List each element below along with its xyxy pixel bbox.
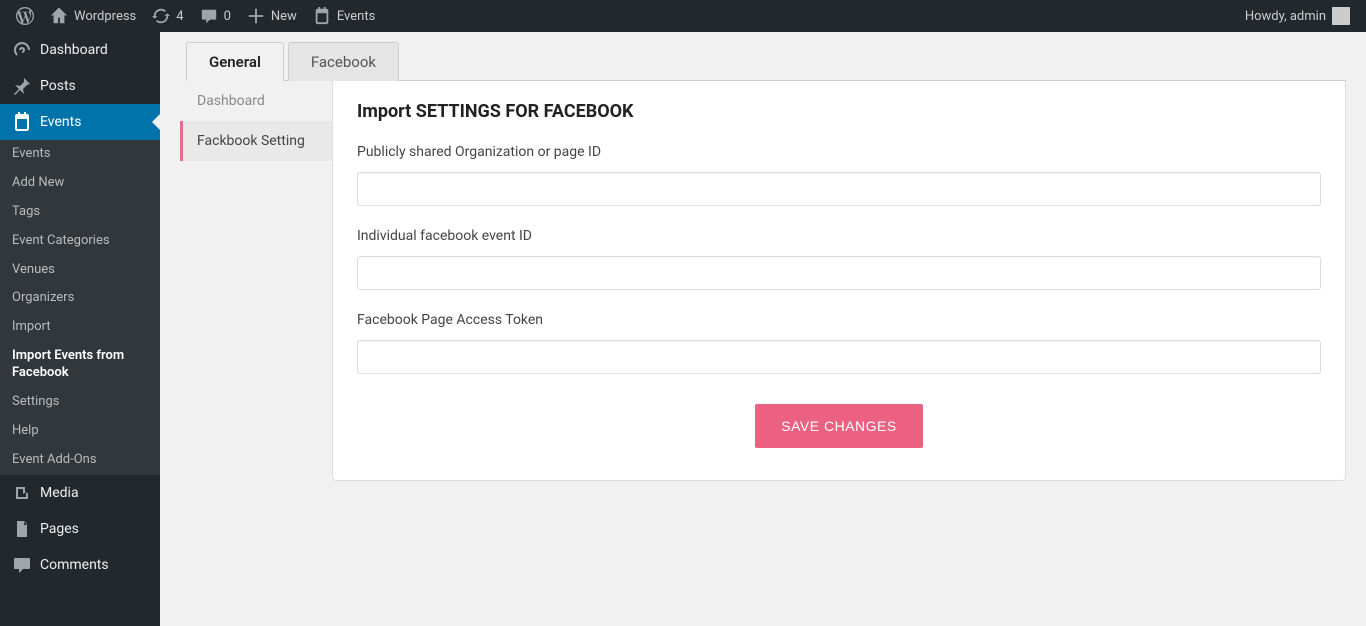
sub-import[interactable]: Import [0,313,160,342]
subtab-fb-setting[interactable]: Fackbook Setting [180,121,332,161]
menu-media-label: Media [40,485,79,501]
update-icon [152,7,170,25]
wp-logo[interactable] [8,0,42,32]
menu-pages-label: Pages [40,521,79,537]
home-icon [50,7,68,25]
menu-posts[interactable]: Posts [0,68,160,104]
sub-settings[interactable]: Settings [0,388,160,417]
events-bar-label: Events [337,9,375,24]
new-link[interactable]: New [239,0,305,32]
sub-tags[interactable]: Tags [0,198,160,227]
tab-general[interactable]: General [186,42,284,81]
site-name: Wordpress [74,9,136,24]
menu-media[interactable]: Media [0,475,160,511]
org-id-input[interactable] [357,172,1321,206]
events-submenu: Events Add New Tags Event Categories Ven… [0,140,160,475]
comments-count: 0 [224,9,231,24]
menu-events-label: Events [40,114,81,130]
menu-events[interactable]: Events [0,104,160,140]
menu-comments[interactable]: Comments [0,547,160,583]
content-area: General Facebook Dashboard Fackbook Sett… [160,32,1366,626]
event-id-label: Individual facebook event ID [357,228,1321,244]
comments-link[interactable]: 0 [192,0,239,32]
tabs: General Facebook [186,42,1346,81]
pin-icon [12,76,32,96]
tab-facebook[interactable]: Facebook [288,42,399,81]
events-bar-link[interactable]: Events [305,0,383,32]
comment-icon [12,555,32,575]
sub-organizers[interactable]: Organizers [0,284,160,313]
account-link[interactable]: Howdy, admin [1237,0,1358,32]
sub-add-new[interactable]: Add New [0,169,160,198]
avatar [1332,7,1350,25]
comment-icon [200,7,218,25]
new-label: New [271,9,297,24]
org-id-label: Publicly shared Organization or page ID [357,144,1321,160]
greeting: Howdy, admin [1245,9,1326,24]
menu-posts-label: Posts [40,78,76,94]
menu-dashboard-label: Dashboard [40,42,108,58]
sub-venues[interactable]: Venues [0,256,160,285]
admin-bar: Wordpress 4 0 New Events Howdy, admin [0,0,1366,32]
token-input[interactable] [357,340,1321,374]
calendar-icon [12,112,32,132]
sub-event-addons[interactable]: Event Add-Ons [0,446,160,475]
dashboard-icon [12,40,32,60]
panel-heading: Import SETTINGS FOR FACEBOOK [357,101,1321,122]
page-icon [12,519,32,539]
media-icon [12,483,32,503]
menu-comments-label: Comments [40,557,109,573]
admin-sidemenu: Dashboard Posts Events Events Add New Ta… [0,32,160,626]
save-button[interactable]: SAVE CHANGES [755,404,922,448]
sub-import-fb[interactable]: Import Events from Facebook [0,342,160,388]
menu-dashboard[interactable]: Dashboard [0,32,160,68]
updates-link[interactable]: 4 [144,0,191,32]
sub-events[interactable]: Events [0,140,160,169]
wordpress-icon [16,7,34,25]
event-id-input[interactable] [357,256,1321,290]
subtabs: Dashboard Fackbook Setting [180,81,332,481]
site-link[interactable]: Wordpress [42,0,144,32]
sub-help[interactable]: Help [0,417,160,446]
menu-pages[interactable]: Pages [0,511,160,547]
settings-panel: Import SETTINGS FOR FACEBOOK Publicly sh… [332,81,1346,481]
updates-count: 4 [176,9,183,24]
plus-icon [247,7,265,25]
calendar-icon [313,7,331,25]
sub-event-categories[interactable]: Event Categories [0,227,160,256]
token-label: Facebook Page Access Token [357,312,1321,328]
subtab-dashboard[interactable]: Dashboard [180,81,332,121]
